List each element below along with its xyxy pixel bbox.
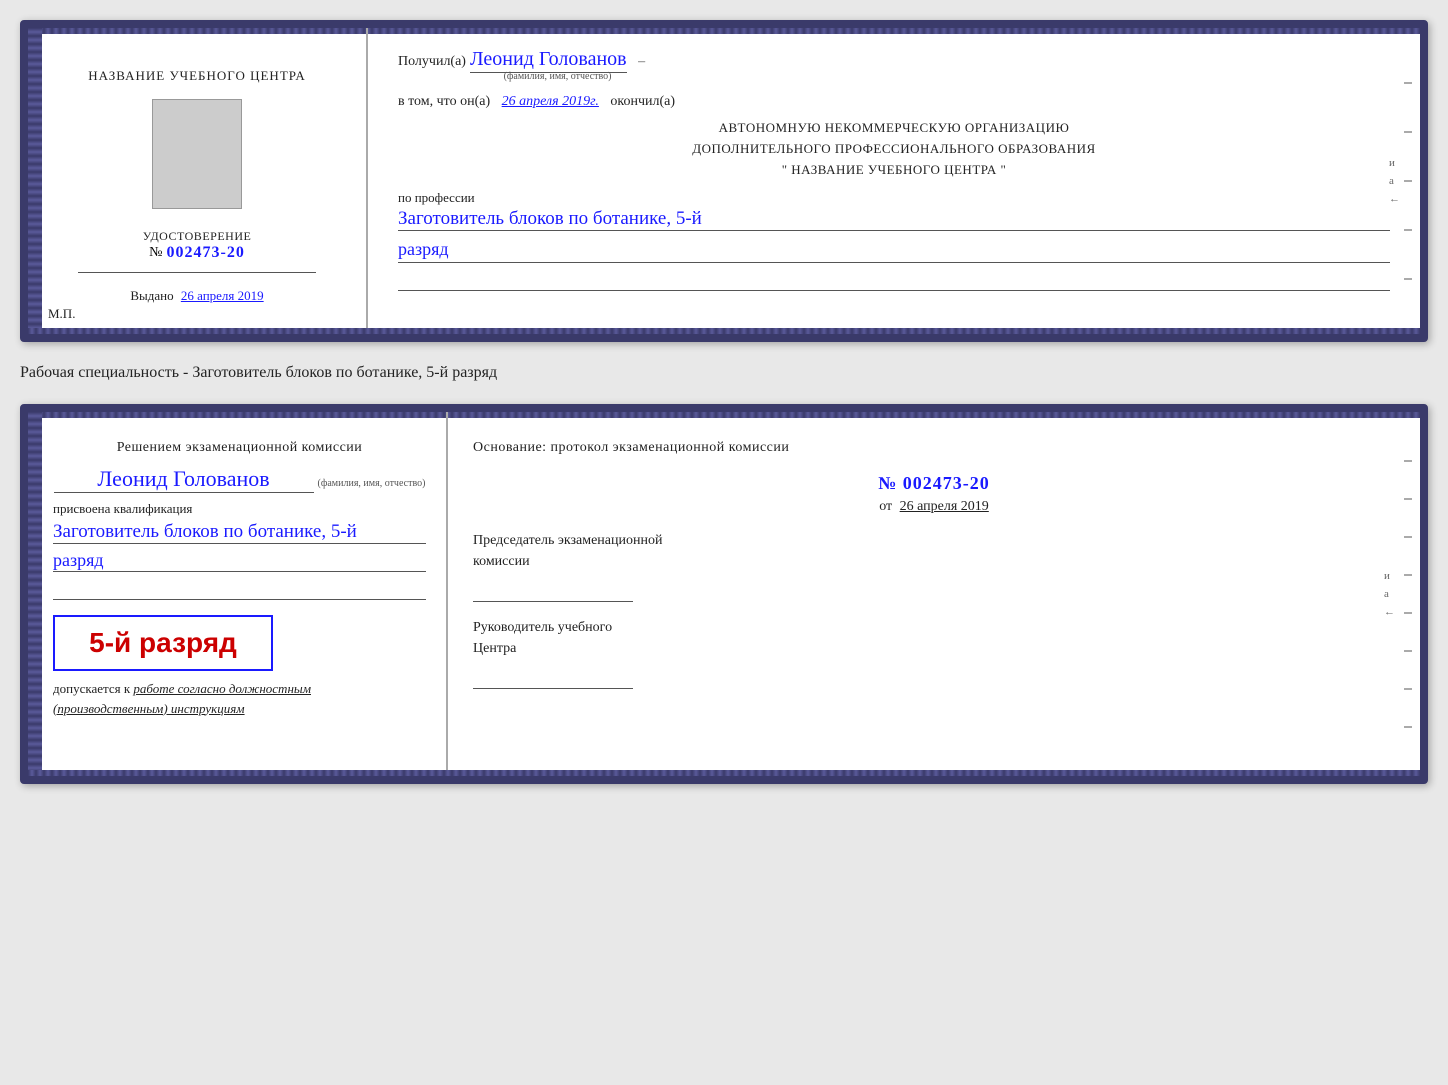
cert-label: УДОСТОВЕРЕНИЕ	[143, 229, 252, 244]
chairman-signature	[473, 577, 633, 602]
left-border-deco	[28, 28, 42, 334]
exam-tick-3	[1404, 536, 1412, 538]
recipient-line: Получил(а) Леонид Голованов – (фамилия, …	[398, 48, 1390, 82]
org-line2: ДОПОЛНИТЕЛЬНОГО ПРОФЕССИОНАЛЬНОГО ОБРАЗО…	[398, 139, 1390, 160]
issued-line: Выдано 26 апреля 2019	[130, 288, 263, 304]
certificate-card: НАЗВАНИЕ УЧЕБНОГО ЦЕНТРА УДОСТОВЕРЕНИЕ №…	[20, 20, 1428, 342]
recipient-prefix: Получил(а)	[398, 54, 466, 70]
issued-date: 26 апреля 2019	[181, 288, 264, 303]
right-label-a: а	[1389, 175, 1400, 187]
cert-number: 002473-20	[167, 244, 245, 262]
exam-right-panel: Основание: протокол экзаменационной коми…	[448, 412, 1420, 776]
director-label2: Центра	[473, 638, 1395, 659]
exam-tick-8	[1404, 726, 1412, 728]
cert-left-panel: НАЗВАНИЕ УЧЕБНОГО ЦЕНТРА УДОСТОВЕРЕНИЕ №…	[28, 28, 368, 334]
exam-empty-line	[53, 580, 426, 600]
org-block: АВТОНОМНУЮ НЕКОММЕРЧЕСКУЮ ОРГАНИЗАЦИЮ ДО…	[398, 118, 1390, 180]
org-line1: АВТОНОМНУЮ НЕКОММЕРЧЕСКУЮ ОРГАНИЗАЦИЮ	[398, 118, 1390, 139]
date-prefix: от	[879, 499, 892, 514]
vtom-text: в том, что он(а)	[398, 94, 490, 109]
okончил-text: окончил(а)	[610, 94, 675, 109]
exam-name: Леонид Голованов	[54, 466, 314, 493]
exam-name-block: Леонид Голованов (фамилия, имя, отчество…	[53, 466, 426, 493]
specialty-label: Рабочая специальность - Заготовитель бло…	[20, 360, 1428, 386]
exam-right-ticks	[1404, 442, 1412, 746]
protocol-date: от 26 апреля 2019	[473, 499, 1395, 515]
chairman-label1: Председатель экзаменационной	[473, 530, 1395, 551]
empty-line	[398, 271, 1390, 291]
admission-italic2: (производственным) инструкциям	[53, 701, 245, 716]
vtom-line: в том, что он(а) 26 апреля 2019г. окончи…	[398, 94, 1390, 110]
right-label-lt: ←	[1389, 193, 1400, 205]
exam-tick-4	[1404, 574, 1412, 576]
qualification-name: Заготовитель блоков по ботанике, 5-й	[53, 521, 426, 544]
exam-left-border	[28, 412, 42, 776]
cert-right-panel: Получил(а) Леонид Голованов – (фамилия, …	[368, 28, 1420, 334]
tick-2	[1404, 131, 1412, 133]
grade-display: 5-й разряд	[89, 627, 237, 658]
cert-prefix: №	[149, 245, 162, 261]
org-line3: " НАЗВАНИЕ УЧЕБНОГО ЦЕНТРА "	[398, 160, 1390, 181]
exam-field-note: (фамилия, имя, отчество)	[318, 478, 426, 489]
basis-label: Основание: протокол экзаменационной коми…	[473, 437, 1395, 458]
date-value: 26 апреля 2019	[900, 499, 989, 514]
right-label-i: и	[1389, 157, 1400, 169]
chairman-label: Председатель экзаменационной комиссии	[473, 530, 1395, 572]
director-label1: Руководитель учебного	[473, 617, 1395, 638]
rank-handwritten: разряд	[398, 239, 1390, 263]
exam-tick-6	[1404, 650, 1412, 652]
tick-3	[1404, 180, 1412, 182]
exam-right-labels: и а ←	[1384, 570, 1395, 618]
exam-header: Решением экзаменационной комиссии	[53, 437, 426, 458]
exam-right-label-i: и	[1384, 570, 1395, 582]
photo-placeholder	[152, 99, 242, 209]
grade-box: 5-й разряд	[53, 615, 273, 671]
tick-5	[1404, 278, 1412, 280]
admission-text1: допускается к	[53, 681, 130, 696]
page-wrapper: НАЗВАНИЕ УЧЕБНОГО ЦЕНТРА УДОСТОВЕРЕНИЕ №…	[20, 20, 1428, 784]
protocol-num: 002473-20	[903, 473, 990, 493]
profession-name: Заготовитель блоков по ботанике, 5-й	[398, 208, 1390, 231]
cert-number-block: УДОСТОВЕРЕНИЕ № 002473-20	[143, 229, 252, 262]
director-signature	[473, 664, 633, 689]
chairman-label2: комиссии	[473, 551, 1395, 572]
right-ticks	[1404, 58, 1412, 304]
exam-right-label-lt: ←	[1384, 606, 1395, 618]
recipient-name: Леонид Голованов	[470, 48, 627, 73]
exam-card: Решением экзаменационной комиссии Леонид…	[20, 404, 1428, 784]
vtom-date: 26 апреля 2019г.	[502, 94, 599, 109]
admission-text: допускается к работе согласно должностны…	[53, 679, 426, 718]
exam-left-panel: Решением экзаменационной комиссии Леонид…	[28, 412, 448, 776]
mp-label: М.П.	[48, 306, 75, 322]
protocol-prefix: №	[878, 473, 897, 493]
qualification-label: присвоена квалификация	[53, 501, 426, 517]
tick-1	[1404, 82, 1412, 84]
admission-italic: работе согласно должностным	[133, 681, 311, 696]
exam-right-label-a: а	[1384, 588, 1395, 600]
exam-rank: разряд	[53, 550, 426, 572]
protocol-number: № 002473-20	[473, 473, 1395, 494]
training-center-title-left: НАЗВАНИЕ УЧЕБНОГО ЦЕНТРА	[88, 68, 305, 84]
profession-label: по профессии	[398, 190, 1390, 206]
director-label: Руководитель учебного Центра	[473, 617, 1395, 659]
exam-tick-5	[1404, 612, 1412, 614]
right-labels: и а ←	[1389, 157, 1400, 205]
tick-4	[1404, 229, 1412, 231]
exam-tick-2	[1404, 498, 1412, 500]
issued-label: Выдано	[130, 288, 173, 303]
exam-tick-1	[1404, 460, 1412, 462]
exam-tick-7	[1404, 688, 1412, 690]
